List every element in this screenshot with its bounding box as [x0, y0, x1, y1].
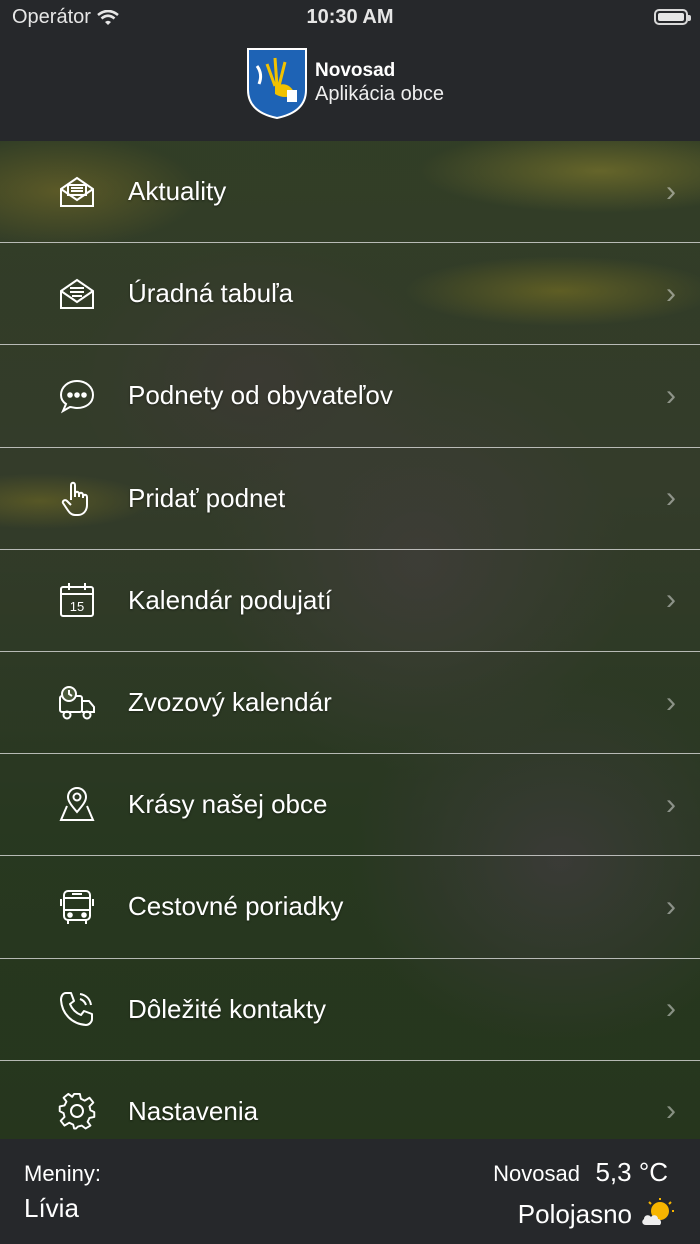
- menu-item-label: Aktuality: [128, 176, 227, 207]
- app-header: Novosad Aplikácia obce: [0, 36, 700, 141]
- partly-cloudy-icon: [642, 1198, 674, 1225]
- menu-item-aktuality[interactable]: Aktuality ›: [0, 141, 700, 244]
- chevron-right-icon: ›: [666, 481, 676, 515]
- calendar-icon: 15: [58, 581, 96, 619]
- bus-icon: [58, 888, 96, 926]
- main-menu: Aktuality › Úradná tabuľa › Podnety od o…: [0, 141, 700, 1139]
- menu-item-label: Cestovné poriadky: [128, 891, 344, 922]
- calendar-icon-day: 15: [70, 599, 84, 614]
- chevron-right-icon: ›: [666, 889, 676, 923]
- weather-description: Polojasno: [517, 1199, 632, 1229]
- menu-item-krasy-obce[interactable]: Krásy našej obce ›: [0, 754, 700, 857]
- menu-item-zvozovy-kalendar[interactable]: Zvozový kalendár ›: [0, 652, 700, 755]
- battery-icon: [654, 9, 691, 25]
- nameday-name: Lívia: [24, 1193, 79, 1223]
- menu-item-label: Dôležité kontakty: [128, 993, 326, 1024]
- envelope-letter-icon: [58, 275, 96, 313]
- info-footer: Meniny: Lívia Novosad 5,3 °C Polojasno: [0, 1139, 700, 1244]
- menu-item-label: Podnety od obyvateľov: [128, 380, 393, 411]
- chevron-right-icon: ›: [666, 276, 676, 310]
- chevron-right-icon: ›: [666, 685, 676, 719]
- menu-item-label: Zvozový kalendár: [128, 687, 332, 718]
- app-title: Novosad: [315, 60, 396, 81]
- menu-item-uradna-tabula[interactable]: Úradná tabuľa ›: [0, 243, 700, 346]
- nameday-label: Meniny:: [24, 1161, 102, 1186]
- delivery-truck-icon: [58, 684, 96, 722]
- map-pin-icon: [58, 786, 96, 824]
- gear-icon: [58, 1092, 96, 1130]
- status-bar: Operátor 10:30 AM: [0, 0, 700, 36]
- menu-item-cestovne-poriadky[interactable]: Cestovné poriadky ›: [0, 856, 700, 959]
- menu-item-nastavenia[interactable]: Nastavenia ›: [0, 1061, 700, 1139]
- chevron-right-icon: ›: [666, 583, 676, 617]
- status-time: 10:30 AM: [306, 6, 394, 28]
- pointer-hand-icon: [58, 479, 96, 517]
- menu-item-pridat-podnet[interactable]: Pridať podnet ›: [0, 448, 700, 550]
- chevron-right-icon: ›: [666, 1094, 676, 1128]
- menu-item-label: Krásy našej obce: [128, 789, 328, 820]
- weather-city: Novosad: [493, 1161, 580, 1186]
- chevron-right-icon: ›: [666, 174, 676, 208]
- menu-item-label: Kalendár podujatí: [128, 584, 332, 615]
- app-subtitle: Aplikácia obce: [315, 83, 444, 105]
- menu-item-label: Nastavenia: [128, 1095, 259, 1126]
- phone-icon: [58, 990, 96, 1028]
- envelope-open-icon: [58, 173, 96, 211]
- menu-item-podnety[interactable]: Podnety od obyvateľov ›: [0, 345, 700, 448]
- weather-temperature: 5,3 °C: [595, 1157, 668, 1187]
- chevron-right-icon: ›: [666, 787, 676, 821]
- menu-item-kalendar-podujati[interactable]: 15 Kalendár podujatí ›: [0, 550, 700, 652]
- menu-item-label: Úradná tabuľa: [128, 278, 294, 309]
- village-crest-icon: [247, 48, 307, 120]
- brand: Novosad Aplikácia obce: [245, 46, 444, 120]
- chat-bubble-icon: [58, 377, 96, 415]
- chevron-right-icon: ›: [666, 378, 676, 412]
- chevron-right-icon: ›: [666, 992, 676, 1026]
- menu-item-dolezite-kontakty[interactable]: Dôležité kontakty ›: [0, 959, 700, 1061]
- menu-item-label: Pridať podnet: [128, 482, 286, 513]
